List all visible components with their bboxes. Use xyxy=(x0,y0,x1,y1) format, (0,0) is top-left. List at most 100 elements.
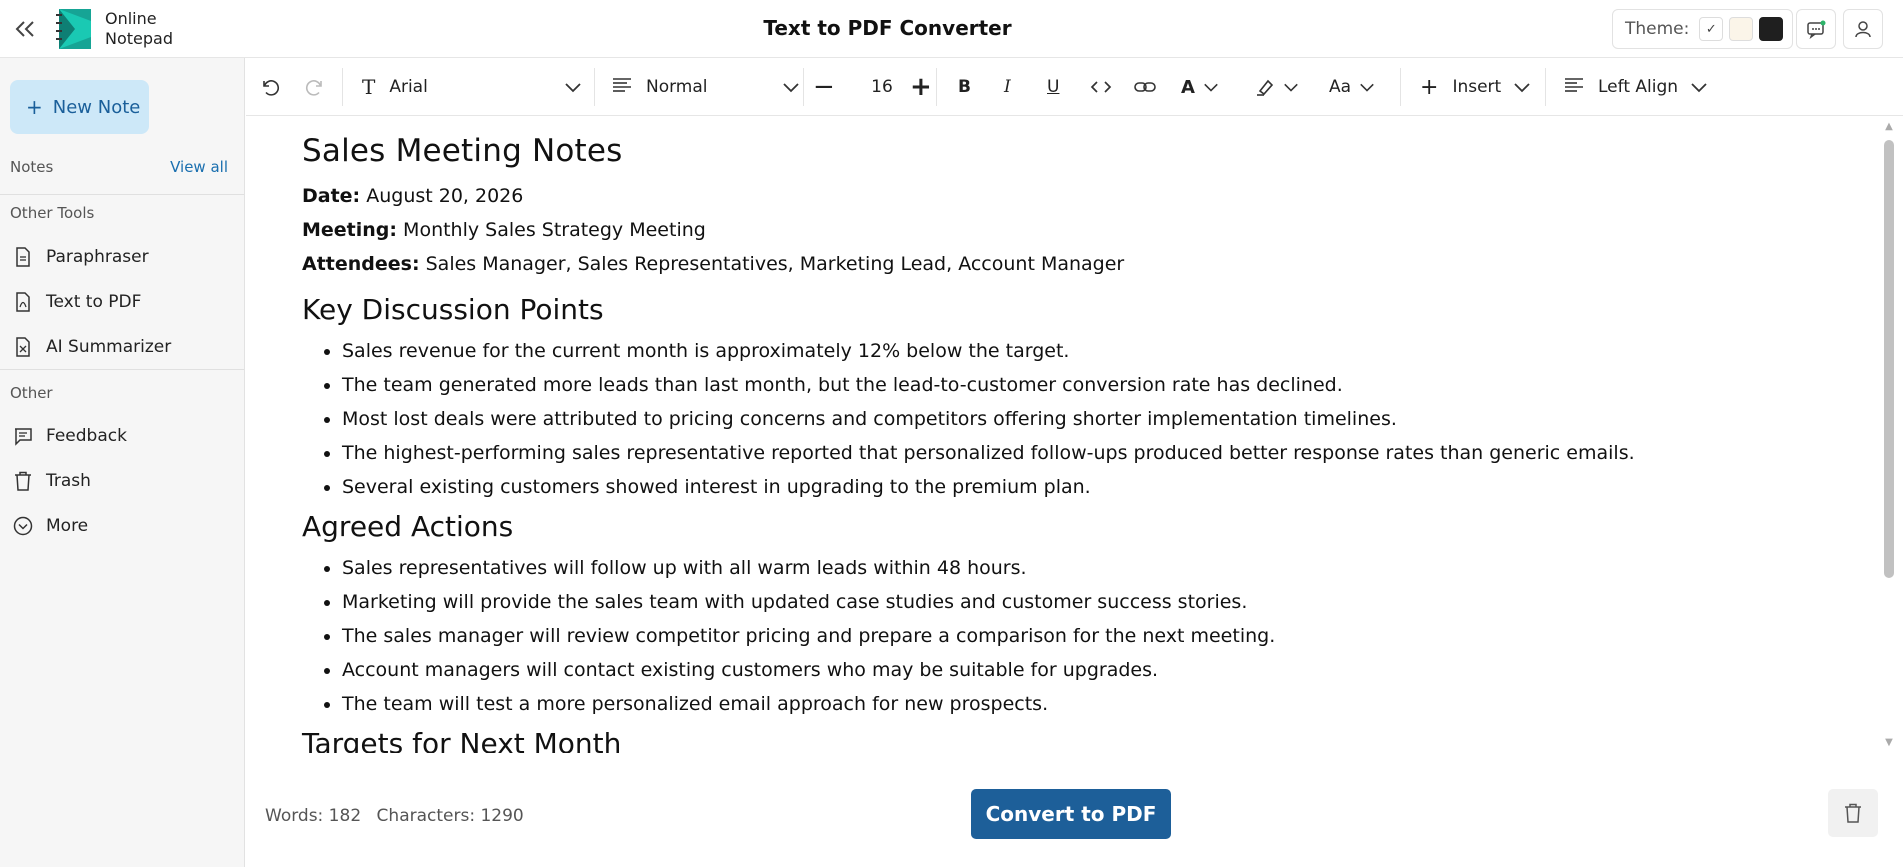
divider xyxy=(0,369,244,370)
meeting-value: Monthly Sales Strategy Meeting xyxy=(403,219,706,241)
scrollbar-thumb[interactable] xyxy=(1884,140,1894,578)
word-count: Words: 182 xyxy=(265,806,362,826)
code-icon xyxy=(1090,81,1112,93)
font-family-select[interactable]: T Arial xyxy=(362,58,582,116)
plus-icon: + xyxy=(1420,74,1439,100)
theme-label: Theme: xyxy=(1625,19,1690,39)
sidebar-item-more[interactable]: More xyxy=(0,506,244,546)
italic-button[interactable]: I xyxy=(1004,58,1011,116)
meeting-label: Meeting: xyxy=(302,219,397,241)
font-size-increase-button[interactable]: + xyxy=(910,58,932,116)
italic-icon: I xyxy=(1004,77,1011,97)
bold-button[interactable]: B xyxy=(958,58,971,116)
clear-document-button[interactable] xyxy=(1828,789,1878,837)
page-title: Text to PDF Converter xyxy=(763,16,1012,40)
underline-button[interactable]: U xyxy=(1047,58,1059,116)
chevron-down-icon xyxy=(1360,83,1374,92)
list-item: The team will test a more personalized e… xyxy=(342,687,1862,721)
section-heading: Key Discussion Points xyxy=(302,293,604,326)
section-heading: Agreed Actions xyxy=(302,510,514,543)
list-item: The highest-performing sales representat… xyxy=(342,436,1862,470)
toolbar-separator xyxy=(1400,68,1401,106)
notes-section-label: Notes xyxy=(10,158,54,176)
theme-swatch-light[interactable]: ✓ xyxy=(1699,17,1724,41)
sidebar-item-text-to-pdf[interactable]: Text to PDF xyxy=(0,282,244,322)
convert-to-pdf-button[interactable]: Convert to PDF xyxy=(971,789,1171,839)
character-count: Characters: 1290 xyxy=(376,806,524,826)
other-tools-section-label: Other Tools xyxy=(10,204,95,222)
trash-icon xyxy=(12,470,34,492)
toolbar-separator xyxy=(803,68,804,106)
sidebar-item-ai-summarizer[interactable]: AI Summarizer xyxy=(0,327,244,367)
text-color-select[interactable]: A xyxy=(1181,58,1219,116)
undo-icon[interactable] xyxy=(260,58,280,116)
list-item: Sales revenue for the current month is a… xyxy=(342,334,1862,368)
font-size-input[interactable]: 16 xyxy=(852,58,912,116)
bullet-list: Sales representatives will follow up wit… xyxy=(302,551,1862,721)
sidebar-item-paraphraser[interactable]: Paraphraser xyxy=(0,237,244,277)
theme-swatch-dark[interactable] xyxy=(1759,17,1784,41)
date-line: Date: August 20, 2026 xyxy=(302,179,1862,213)
highlight-color-select[interactable] xyxy=(1255,58,1299,116)
scroll-up-arrow-icon[interactable]: ▲ xyxy=(1881,121,1897,133)
attendees-value: Sales Manager, Sales Representatives, Ma… xyxy=(425,253,1125,275)
toolbar-separator xyxy=(594,68,595,106)
date-label: Date: xyxy=(302,185,361,207)
sidebar-item-label: Paraphraser xyxy=(46,247,149,267)
editor-area[interactable]: Sales Meeting Notes Date: August 20, 202… xyxy=(246,117,1883,753)
document-icon xyxy=(12,246,34,268)
document-title: Sales Meeting Notes xyxy=(302,133,623,169)
list-item: Most lost deals were attributed to prici… xyxy=(342,402,1862,436)
list-item: Account managers will contact existing c… xyxy=(342,653,1862,687)
underline-icon: U xyxy=(1047,77,1060,97)
insert-label: Insert xyxy=(1452,77,1502,97)
section-heading: Targets for Next Month xyxy=(302,727,622,753)
bold-icon: B xyxy=(958,77,971,97)
divider xyxy=(0,194,244,195)
sidebar: + New Note Notes View all Other Tools Pa… xyxy=(0,58,245,867)
chevron-down-icon xyxy=(1204,83,1218,92)
code-button[interactable] xyxy=(1090,58,1112,116)
sidebar-item-label: Text to PDF xyxy=(46,292,142,312)
sidebar-item-feedback[interactable]: Feedback xyxy=(0,416,244,456)
chevron-down-icon xyxy=(1514,83,1530,93)
toolbar-separator xyxy=(936,68,937,106)
feedback-icon xyxy=(12,425,34,447)
toolbar-separator xyxy=(1545,68,1546,106)
new-note-button[interactable]: + New Note xyxy=(10,80,149,134)
chevron-down-icon xyxy=(1284,83,1298,92)
theme-swatch-cream[interactable] xyxy=(1729,17,1754,41)
plus-icon: + xyxy=(26,95,43,119)
font-size-decrease-button[interactable]: − xyxy=(813,58,835,116)
font-family-value: Arial xyxy=(389,77,428,97)
editor-toolbar: T Arial Normal − 16 + B I U A Aa + Inser… xyxy=(246,58,1903,116)
trash-icon xyxy=(1845,803,1861,823)
chat-icon[interactable] xyxy=(1796,9,1836,49)
user-icon[interactable] xyxy=(1843,9,1883,49)
sidebar-item-label: Trash xyxy=(46,471,91,491)
document-content[interactable]: Sales Meeting Notes Date: August 20, 202… xyxy=(302,133,1862,753)
link-button[interactable] xyxy=(1134,58,1156,116)
word-char-counts: Words: 182 Characters: 1290 xyxy=(265,806,534,826)
attendees-line: Attendees: Sales Manager, Sales Represen… xyxy=(302,247,1862,281)
theme-selector: Theme: ✓ xyxy=(1612,9,1793,49)
text-case-select[interactable]: Aa xyxy=(1329,58,1375,116)
date-value: August 20, 2026 xyxy=(366,185,524,207)
sidebar-item-label: More xyxy=(46,516,89,536)
chevron-down-icon xyxy=(565,83,581,93)
align-select[interactable]: Left Align xyxy=(1564,58,1708,116)
scroll-down-arrow-icon[interactable]: ▼ xyxy=(1881,737,1897,749)
redo-icon[interactable] xyxy=(305,58,325,116)
align-left-icon xyxy=(1564,77,1584,98)
list-item: Sales representatives will follow up wit… xyxy=(342,551,1862,585)
align-label: Left Align xyxy=(1598,77,1679,97)
paragraph-style-value: Normal xyxy=(646,77,708,97)
pdf-file-icon xyxy=(12,291,34,313)
other-section-label: Other xyxy=(10,384,53,402)
paragraph-style-select[interactable]: Normal xyxy=(612,58,800,116)
summarizer-file-icon xyxy=(12,336,34,358)
insert-menu[interactable]: + Insert xyxy=(1420,58,1531,116)
sidebar-item-label: Feedback xyxy=(46,426,127,446)
view-all-link[interactable]: View all xyxy=(170,158,228,176)
sidebar-item-trash[interactable]: Trash xyxy=(0,461,244,501)
